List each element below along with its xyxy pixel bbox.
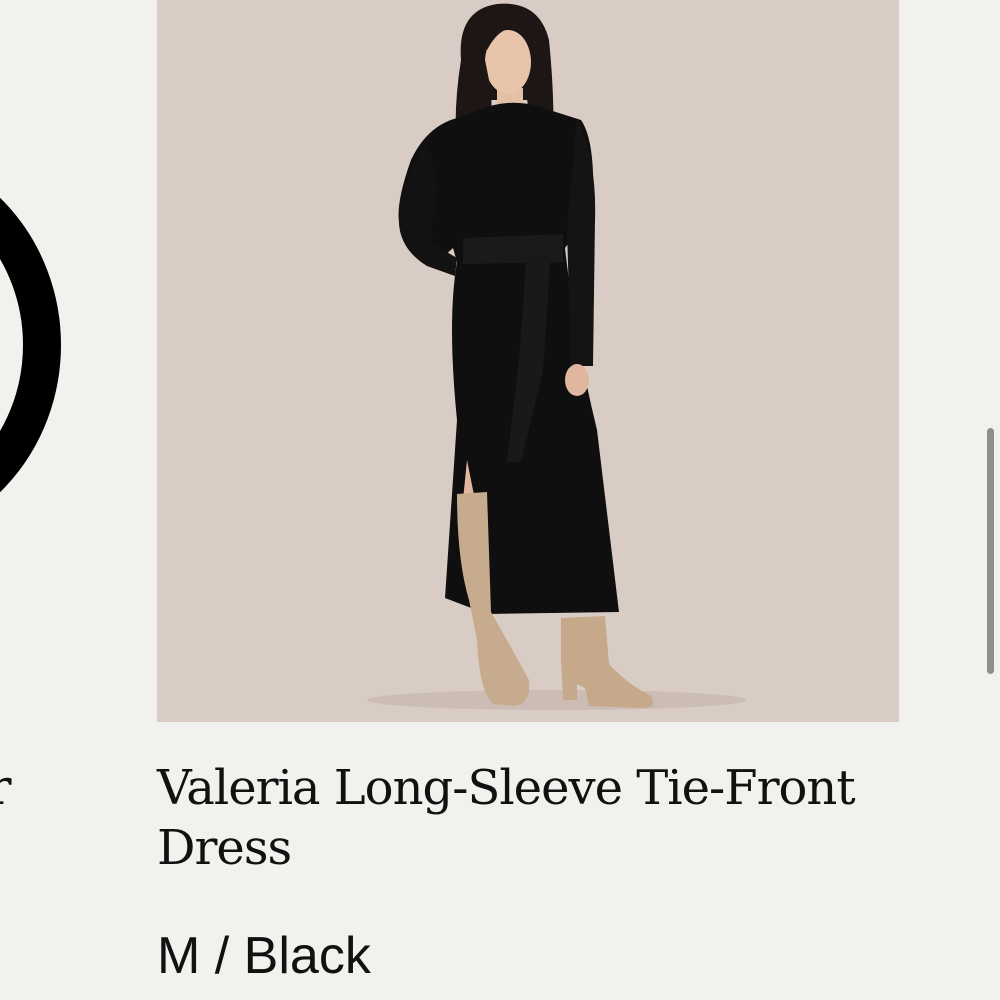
scrollbar-thumb[interactable] bbox=[987, 428, 994, 674]
product-image[interactable] bbox=[157, 0, 899, 722]
ring-logo-icon bbox=[0, 197, 61, 493]
product-variant: M / Black bbox=[157, 927, 371, 985]
product-card[interactable]: Valeria Long-Sleeve Tie-Front Dress M / … bbox=[157, 0, 900, 1000]
previous-product-card[interactable]: ter bbox=[0, 0, 120, 1000]
previous-product-title: ter bbox=[0, 758, 12, 816]
model-photo bbox=[367, 3, 747, 710]
product-title[interactable]: Valeria Long-Sleeve Tie-Front Dress bbox=[157, 758, 899, 878]
